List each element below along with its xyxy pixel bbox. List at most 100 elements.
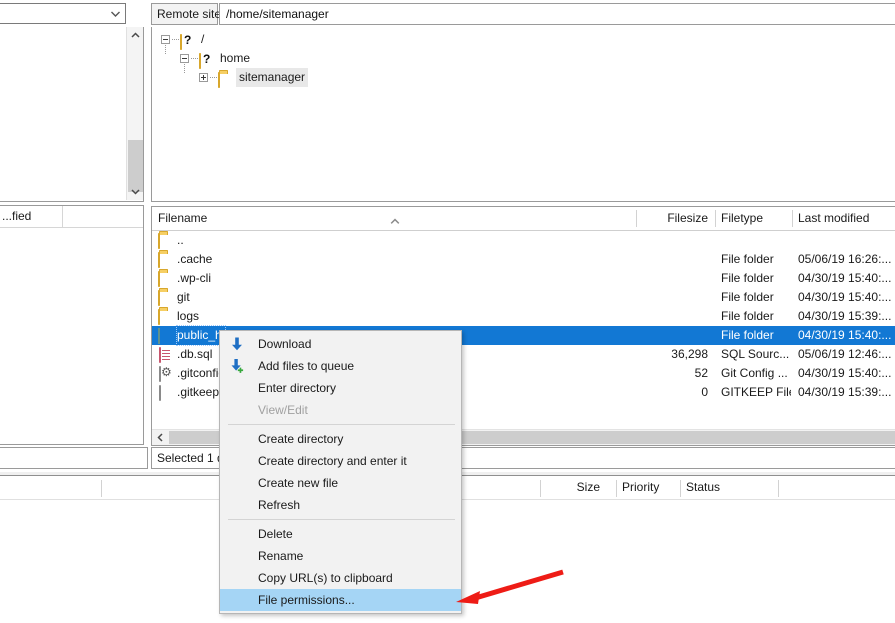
column-header-filetype[interactable]: Filetype	[721, 207, 791, 230]
tree-dotted-connector	[172, 39, 179, 40]
table-row[interactable]: .wp-cli File folder 04/30/19 15:40:...	[152, 269, 895, 288]
menu-item-label: Add files to queue	[258, 359, 355, 373]
cell-filetype: File folder	[721, 271, 774, 285]
table-row[interactable]: .cache File folder 05/06/19 16:26:...	[152, 250, 895, 269]
tree-node-root[interactable]: ? /	[152, 30, 895, 50]
local-file-list[interactable]: ...fied	[0, 205, 144, 445]
cell-filesize	[638, 250, 708, 269]
folder-unknown-icon: ?	[180, 33, 195, 50]
cell-last-modified: 04/30/19 15:40:...	[798, 366, 892, 380]
cell-filetype: File folder	[721, 309, 774, 323]
filezilla-window: ...fied Remote site: /home/sitemanager ?…	[0, 0, 895, 620]
column-header-filesize[interactable]: Filesize	[638, 207, 708, 230]
cell-last-modified	[798, 231, 895, 250]
scroll-down-arrow-icon[interactable]	[127, 183, 144, 200]
menu-item-refresh[interactable]: Refresh	[220, 494, 461, 516]
menu-item-enter-directory[interactable]: Enter directory	[220, 377, 461, 399]
menu-item-label: Create directory	[258, 432, 344, 446]
cell-last-modified: 04/30/19 15:40:...	[798, 328, 892, 342]
tree-dotted-connector	[191, 58, 198, 59]
local-file-list-header: ...fied	[0, 206, 143, 228]
cell-filesize: 36,298	[671, 347, 708, 361]
folder-icon	[158, 290, 173, 306]
cell-filesize: 0	[701, 385, 708, 399]
local-tree-scrollbar[interactable]	[126, 27, 143, 200]
menu-item-create-directory[interactable]: Create directory	[220, 428, 461, 450]
folder-link-icon	[158, 328, 173, 344]
tree-node-label[interactable]: home	[217, 49, 253, 68]
queue-column-size[interactable]: Size	[546, 476, 600, 499]
cell-filetype: File folder	[721, 290, 774, 304]
tree-node-label[interactable]: sitemanager	[236, 68, 309, 87]
remote-site-bar: Remote site: /home/sitemanager	[151, 3, 895, 25]
menu-item-file-permissions[interactable]: File permissions...	[220, 589, 461, 611]
column-divider[interactable]	[778, 480, 779, 497]
menu-item-label: View/Edit	[258, 403, 308, 417]
menu-item-rename[interactable]: Rename	[220, 545, 461, 567]
cell-filetype: SQL Sourc...	[721, 347, 790, 361]
cell-filesize	[638, 231, 708, 250]
column-divider[interactable]	[540, 480, 541, 497]
column-divider[interactable]	[101, 480, 102, 497]
context-menu-items[interactable]: Download Add files to queue Enter director…	[220, 333, 461, 611]
sql-file-icon	[158, 347, 173, 363]
column-divider[interactable]	[792, 210, 793, 227]
menu-item-create-directory-and-enter-it[interactable]: Create directory and enter it	[220, 450, 461, 472]
menu-item-label: Rename	[258, 549, 304, 563]
menu-item-copy-url-s-to-clipboard[interactable]: Copy URL(s) to clipboard	[220, 567, 461, 589]
column-divider[interactable]	[680, 480, 681, 497]
local-directory-tree[interactable]	[0, 27, 144, 202]
cell-filetype: GITKEEP File	[721, 385, 791, 399]
tree-expander-expand-icon[interactable]	[199, 73, 208, 82]
cell-last-modified: 05/06/19 16:26:...	[798, 252, 892, 266]
local-site-combobox[interactable]	[0, 3, 126, 24]
column-header-last-modified[interactable]: Last modified	[798, 207, 895, 230]
tree-node-label[interactable]: /	[198, 30, 207, 49]
folder-icon	[158, 271, 173, 287]
cell-filename: logs	[177, 309, 200, 323]
menu-item-label: Create directory and enter it	[258, 454, 407, 468]
download-arrow-plus-icon	[229, 358, 245, 374]
menu-separator	[228, 519, 455, 520]
context-menu[interactable]: Download Add files to queue Enter director…	[219, 330, 462, 614]
column-divider[interactable]	[715, 210, 716, 227]
remote-file-list-header: Filename Filesize Filetype Last modified	[152, 207, 895, 231]
tree-node-sitemanager[interactable]: sitemanager	[152, 68, 895, 88]
column-divider[interactable]	[636, 210, 637, 227]
menu-item-create-new-file[interactable]: Create new file	[220, 472, 461, 494]
menu-item-add-files-to-queue[interactable]: Add files to queue	[220, 355, 461, 377]
local-status-bar	[0, 447, 148, 469]
queue-column-server[interactable]	[0, 476, 100, 499]
cell-filetype: Git Config ...	[721, 366, 788, 380]
menu-item-delete[interactable]: Delete	[220, 523, 461, 545]
scroll-up-arrow-icon[interactable]	[127, 27, 144, 44]
menu-item-label: Enter directory	[258, 381, 337, 395]
tree-dotted-connector	[210, 77, 217, 78]
table-row[interactable]: git File folder 04/30/19 15:40:...	[152, 288, 895, 307]
queue-column-status[interactable]: Status	[686, 476, 776, 499]
menu-item-download[interactable]: Download	[220, 333, 461, 355]
folder-unknown-icon: ?	[199, 52, 214, 69]
chevron-down-icon[interactable]	[110, 9, 121, 19]
cell-filetype: File folder	[721, 328, 774, 342]
cell-filesize	[638, 288, 708, 307]
cell-filesize	[638, 307, 708, 326]
cell-last-modified: 04/30/19 15:39:...	[798, 385, 892, 399]
plain-file-icon	[158, 385, 173, 401]
menu-item-view-edit: View/Edit	[220, 399, 461, 421]
remote-directory-tree[interactable]: ? / ? home sitemanager	[151, 27, 895, 202]
column-divider[interactable]	[616, 480, 617, 497]
tree-node-home[interactable]: ? home	[152, 49, 895, 69]
cell-filename: public_ht	[176, 325, 226, 346]
local-column-modified[interactable]: ...fied	[0, 206, 63, 227]
folder-icon	[158, 252, 173, 268]
table-row[interactable]: ..	[152, 231, 895, 250]
queue-column-priority[interactable]: Priority	[622, 476, 680, 499]
local-column-blank[interactable]	[63, 206, 149, 227]
cell-last-modified: 05/06/19 12:46:...	[798, 347, 892, 361]
gear-file-icon	[158, 366, 173, 382]
scroll-left-arrow-icon[interactable]	[152, 430, 168, 445]
folder-icon	[218, 71, 233, 88]
table-row[interactable]: logs File folder 04/30/19 15:39:...	[152, 307, 895, 326]
remote-site-path-input[interactable]: /home/sitemanager	[219, 3, 895, 25]
